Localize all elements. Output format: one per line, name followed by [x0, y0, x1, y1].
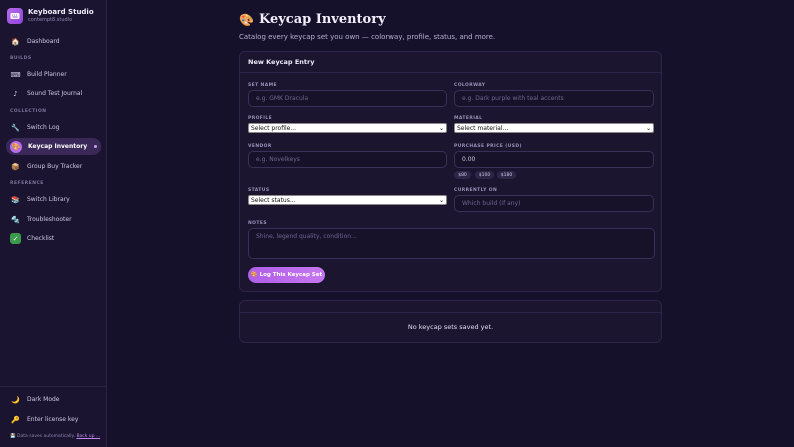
currently-on-input[interactable]: Which build (if any): [454, 195, 654, 212]
notes-label: NOTES: [248, 221, 267, 226]
key-icon: 🔑: [11, 415, 20, 424]
sidebar-item-label: Build Planner: [27, 71, 67, 78]
empty-state-message: No keycap sets saved yet.: [407, 323, 494, 331]
books-icon: 📚: [11, 195, 20, 204]
sidebar-item-group-buy-tracker[interactable]: 📦 Group Buy Tracker: [6, 158, 101, 175]
sidebar-divider: [0, 386, 107, 387]
music-note-icon: ♪: [13, 89, 18, 98]
sidebar-item-label: Switch Log: [27, 124, 60, 131]
material-label: MATERIAL: [454, 116, 483, 121]
vendor-input[interactable]: e.g. Novelkeys: [248, 151, 447, 168]
notes-textarea[interactable]: Shine, legend quality, condition...: [248, 228, 655, 259]
keycap-list: No keycap sets saved yet.: [239, 300, 662, 343]
status-label: STATUS: [248, 188, 270, 193]
sidebar-item-keycap-inventory[interactable]: 🎨 Keycap Inventory: [6, 138, 101, 155]
dark-mode-toggle[interactable]: 🌙 Dark Mode: [6, 391, 101, 408]
chevron-down-icon: ⌄: [645, 125, 651, 132]
license-key-button[interactable]: 🔑 Enter license key: [6, 411, 101, 428]
license-key-label: Enter license key: [27, 416, 79, 423]
list-header: [240, 301, 661, 313]
sidebar-item-label: Group Buy Tracker: [27, 163, 83, 170]
home-icon: 🏠: [11, 37, 20, 46]
sidebar-item-label: Sound Test Journal: [27, 90, 83, 97]
sidebar-item-switch-log[interactable]: 🔧 Switch Log: [6, 119, 101, 136]
dark-mode-label: Dark Mode: [27, 396, 60, 403]
sidebar-item-label: Checklist: [27, 235, 55, 242]
brand[interactable]: Keyboard Studio contempt8.studio: [7, 8, 94, 24]
sidebar-item-troubleshooter[interactable]: 🔩 Troubleshooter: [6, 211, 101, 228]
colorway-label: COLORWAY: [454, 83, 486, 88]
backup-link[interactable]: Back up ...: [76, 434, 100, 439]
material-select[interactable]: Select material... ⌄: [454, 123, 654, 133]
sidebar-item-checklist[interactable]: ✓ Checklist: [6, 230, 101, 247]
log-keycap-set-button[interactable]: 🎨 Log This Keycap Set: [248, 267, 325, 283]
page-title: 🎨 Keycap Inventory: [239, 12, 386, 27]
section-label-builds: BUILDS: [10, 56, 32, 61]
set-name-label: SET NAME: [248, 83, 277, 88]
moon-icon: 🌙: [11, 395, 20, 404]
sidebar-item-label: Dashboard: [27, 38, 60, 45]
section-label-reference: REFERENCE: [10, 181, 44, 186]
profile-select-value: Select profile...: [251, 124, 297, 132]
sidebar-item-sound-test-journal[interactable]: ♪ Sound Test Journal: [6, 85, 101, 102]
brand-subtitle: contempt8.studio: [28, 17, 73, 23]
price-chip-80[interactable]: $80: [454, 171, 471, 179]
chevron-down-icon: ⌄: [438, 125, 444, 132]
sidebar-item-label: Switch Library: [27, 196, 70, 203]
sidebar-item-build-planner[interactable]: ⌨ Build Planner: [6, 66, 101, 83]
screwdriver-icon: 🔩: [11, 215, 20, 224]
keycap-entry-form: New Keycap Entry SET NAME e.g. GMK Dracu…: [239, 51, 662, 292]
active-indicator-dot: [94, 145, 97, 148]
colorway-input[interactable]: e.g. Dark purple with teal accents: [454, 90, 654, 107]
sidebar-item-label: Keycap Inventory: [28, 143, 88, 150]
sidebar-item-label: Troubleshooter: [27, 216, 72, 223]
material-select-value: Select material...: [457, 124, 509, 132]
vendor-label: VENDOR: [248, 144, 272, 149]
sidebar-item-dashboard[interactable]: 🏠 Dashboard: [6, 33, 101, 50]
status-select[interactable]: Select status... ⌄: [248, 195, 447, 205]
profile-select[interactable]: Select profile... ⌄: [248, 123, 447, 133]
currently-on-label: CURRENTLY ON: [454, 188, 498, 193]
chevron-down-icon: ⌄: [438, 197, 444, 204]
palette-icon: 🎨: [239, 12, 254, 27]
price-input[interactable]: 0.00: [454, 151, 654, 168]
profile-label: PROFILE: [248, 116, 273, 121]
price-label: PURCHASE PRICE (USD): [454, 144, 522, 149]
page-title-text: Keycap Inventory: [258, 12, 386, 27]
section-label-collection: COLLECTION: [10, 109, 47, 114]
package-icon: 📦: [11, 162, 20, 171]
brand-title: Keyboard Studio: [28, 8, 94, 16]
set-name-input[interactable]: e.g. GMK Dracula: [248, 90, 447, 107]
keyboard-logo-icon: [7, 8, 23, 24]
palette-icon: 🎨: [10, 140, 22, 153]
sidebar: Keyboard Studio contempt8.studio 🏠 Dashb…: [0, 0, 107, 447]
status-select-value: Select status...: [251, 196, 296, 204]
page-subtitle: Catalog every keycap set you own — color…: [239, 33, 496, 41]
autosave-text: Data saves automatically.: [17, 434, 75, 439]
price-chip-100[interactable]: $100: [475, 171, 494, 179]
autosave-note: 💾 Data saves automatically. Back up ...: [10, 434, 100, 439]
wrench-icon: 🔧: [11, 123, 20, 132]
sidebar-item-switch-library[interactable]: 📚 Switch Library: [6, 191, 101, 208]
form-heading: New Keycap Entry: [240, 52, 661, 73]
price-chip-180[interactable]: $180: [497, 171, 516, 179]
checkmark-icon: ✓: [10, 233, 21, 244]
save-icon: 💾: [10, 434, 16, 439]
keyboard-icon: ⌨: [10, 70, 21, 79]
